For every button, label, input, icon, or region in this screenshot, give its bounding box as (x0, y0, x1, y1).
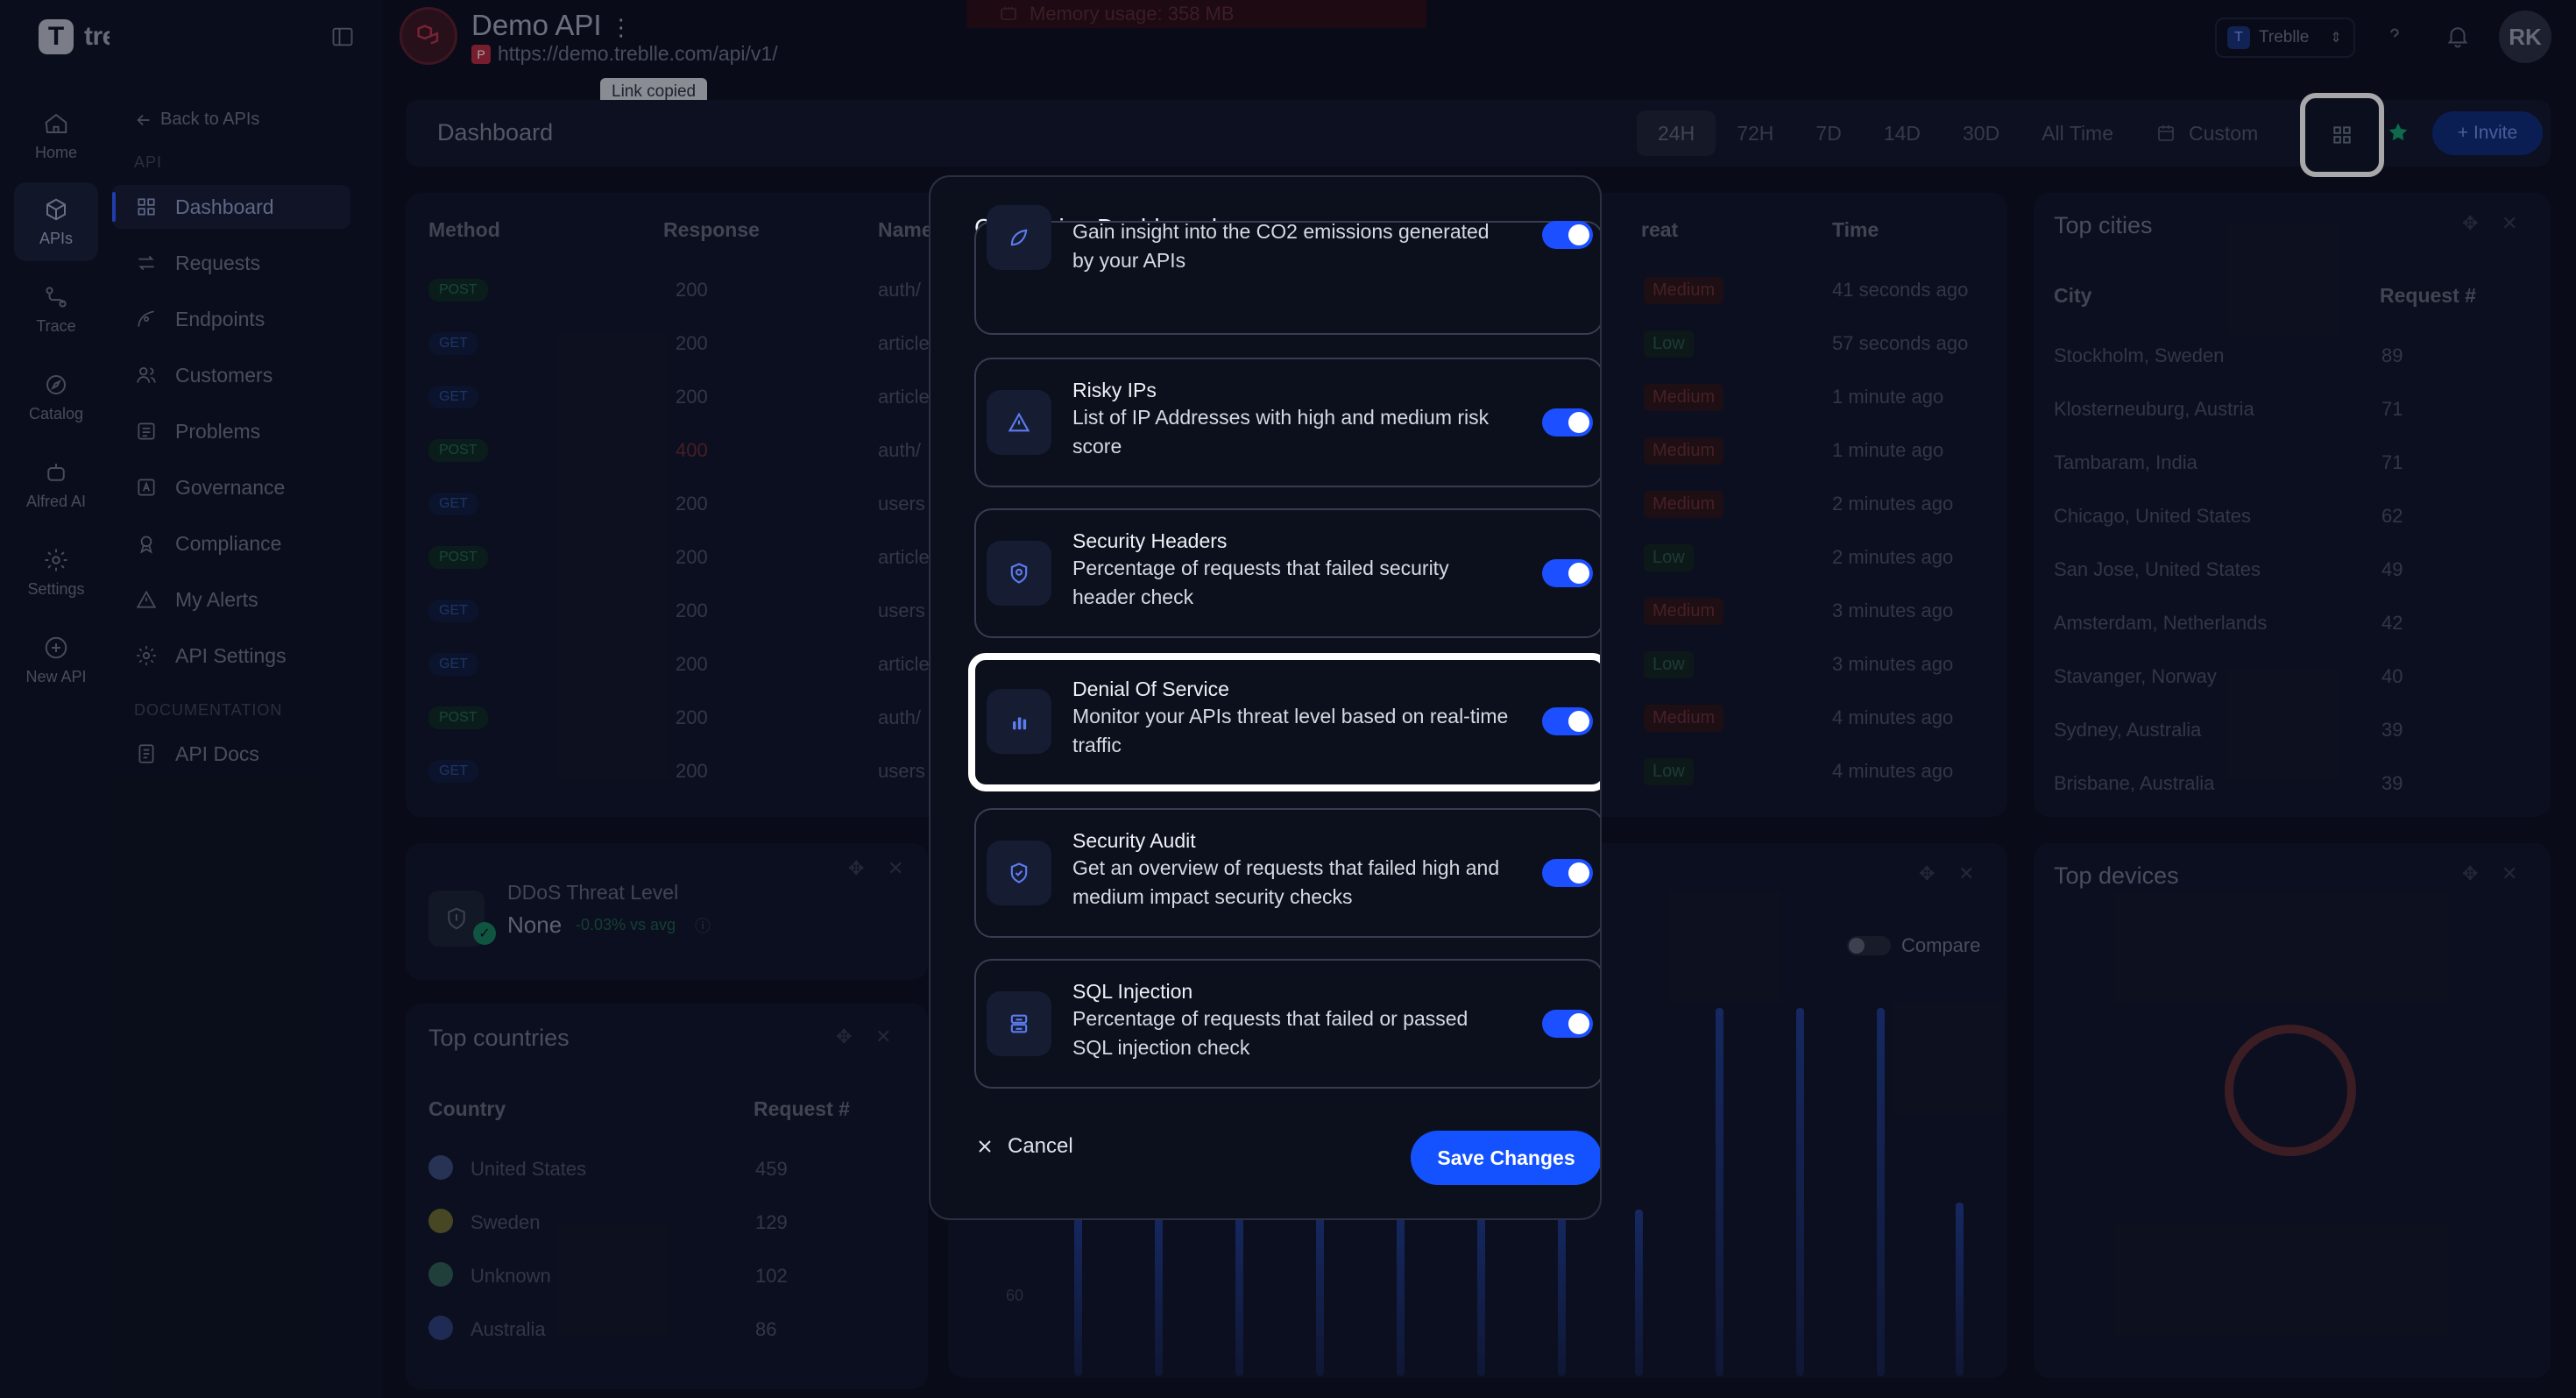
option-desc: List of IP Addresses with high and mediu… (1072, 406, 1490, 458)
bar-chart-icon (987, 689, 1051, 754)
option-toggle[interactable] (1542, 221, 1593, 249)
leaf-icon (987, 205, 1051, 270)
shield-lock-icon (987, 541, 1051, 606)
option-title: Security Audit (1072, 829, 1196, 852)
option-co2-emissions[interactable]: Gain insight into the CO2 emissions gene… (974, 205, 1600, 335)
option-title: SQL Injection (1072, 980, 1193, 1003)
option-desc: Percentage of requests that failed or pa… (1072, 1007, 1468, 1059)
option-desc: Percentage of requests that failed secur… (1072, 557, 1449, 608)
save-changes-button[interactable]: Save Changes (1411, 1131, 1600, 1185)
option-title: Risky IPs (1072, 379, 1157, 401)
option-toggle[interactable] (1542, 559, 1593, 587)
option-toggle[interactable] (1542, 1010, 1593, 1038)
option-title: Security Headers (1072, 529, 1228, 552)
warning-triangle-icon (987, 390, 1051, 455)
option-security-audit[interactable]: Security Audit Get an overview of reques… (974, 808, 1600, 938)
customize-dashboard-modal: Customize Dashboard Gain insight into th… (929, 175, 1602, 1220)
option-title: Denial Of Service (1072, 678, 1229, 700)
option-risky-ips[interactable]: Risky IPs List of IP Addresses with high… (974, 358, 1600, 487)
option-toggle[interactable] (1542, 859, 1593, 887)
option-security-headers[interactable]: Security Headers Percentage of requests … (974, 508, 1600, 638)
shield-check-icon (987, 841, 1051, 905)
option-desc: Get an overview of requests that failed … (1072, 856, 1500, 908)
option-desc: Monitor your APIs threat level based on … (1072, 705, 1509, 756)
option-toggle[interactable] (1542, 707, 1593, 735)
option-toggle[interactable] (1542, 408, 1593, 436)
option-sql-injection[interactable]: SQL Injection Percentage of requests tha… (974, 959, 1600, 1089)
option-desc: Gain insight into the CO2 emissions gene… (1072, 220, 1490, 272)
close-icon (979, 1140, 991, 1153)
database-icon (987, 991, 1051, 1056)
option-denial-of-service[interactable]: Denial Of Service Monitor your APIs thre… (968, 653, 1600, 791)
cancel-button[interactable]: Cancel (974, 1134, 1073, 1159)
cancel-label: Cancel (1008, 1134, 1073, 1158)
